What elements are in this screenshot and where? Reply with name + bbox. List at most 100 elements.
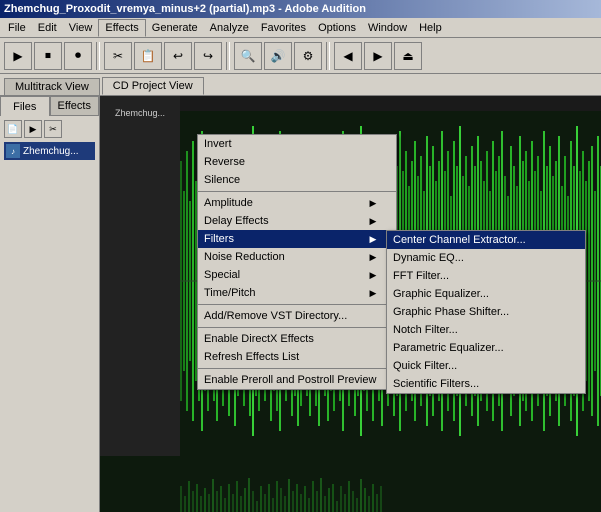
menu-item-silence[interactable]: Silence xyxy=(198,171,396,189)
toolbar-separator-3 xyxy=(326,42,330,70)
toolbar-separator-1 xyxy=(96,42,100,70)
left-panel: Files Effects 📄 ▶ ✂ ♪ Zhemchug... xyxy=(0,96,100,512)
menu-item-noise[interactable]: Noise Reduction ▶ xyxy=(198,248,396,266)
menu-item-reverse[interactable]: Reverse xyxy=(198,153,396,171)
toolbar-btn-6[interactable]: ↩ xyxy=(164,42,192,70)
submenu-graphic-phase-label: Graphic Phase Shifter... xyxy=(393,306,509,318)
amplitude-arrow: ▶ xyxy=(370,198,377,209)
filters-arrow: ▶ xyxy=(370,234,377,245)
tab-multitrack[interactable]: Multitrack View xyxy=(4,78,100,95)
menu-edit[interactable]: Edit xyxy=(32,20,63,36)
menu-item-filters-label: Filters xyxy=(204,233,234,245)
menu-window[interactable]: Window xyxy=(362,20,413,36)
toolbar-btn-1[interactable]: ▶ xyxy=(4,42,32,70)
menu-item-refresh[interactable]: Refresh Effects List xyxy=(198,348,396,366)
menu-item-silence-label: Silence xyxy=(204,174,240,186)
time-arrow: ▶ xyxy=(370,288,377,299)
submenu-parametric-label: Parametric Equalizer... xyxy=(393,342,504,354)
menu-item-enable-dx-label: Enable DirectX Effects xyxy=(204,333,314,345)
submenu-center-channel-label: Center Channel Extractor... xyxy=(393,234,526,246)
submenu-quick[interactable]: Quick Filter... xyxy=(387,357,585,375)
submenu-notch[interactable]: Notch Filter... xyxy=(387,321,585,339)
toolbar-btn-13[interactable]: ⏏ xyxy=(394,42,422,70)
menu-help[interactable]: Help xyxy=(413,20,448,36)
sep-4 xyxy=(198,368,396,369)
menu-item-special-label: Special xyxy=(204,269,240,281)
sep-2 xyxy=(198,304,396,305)
submenu-dynamic-eq[interactable]: Dynamic EQ... xyxy=(387,249,585,267)
menu-item-preroll-label: Enable Preroll and Postroll Preview xyxy=(204,374,376,386)
menu-favorites[interactable]: Favorites xyxy=(255,20,312,36)
menu-item-invert-label: Invert xyxy=(204,138,232,150)
menu-effects[interactable]: Effects xyxy=(98,19,145,37)
panel-btn-2[interactable]: ▶ xyxy=(24,120,42,138)
submenu-center-channel[interactable]: Center Channel Extractor... xyxy=(387,231,585,249)
toolbar-btn-8[interactable]: 🔍 xyxy=(234,42,262,70)
menu-item-amplitude-label: Amplitude xyxy=(204,197,253,209)
tab-effects[interactable]: Effects xyxy=(50,96,100,116)
toolbar: ▶ ⏹ ⏺ ✂ 📋 ↩ ↪ 🔍 🔊 ⚙ ◀ ▶ ⏏ xyxy=(0,38,601,74)
svg-text:Zhemchug...: Zhemchug... xyxy=(115,108,165,118)
panel-btn-3[interactable]: ✂ xyxy=(44,120,62,138)
sep-1 xyxy=(198,191,396,192)
toolbar-btn-12[interactable]: ▶ xyxy=(364,42,392,70)
file-item[interactable]: ♪ Zhemchug... xyxy=(4,142,95,160)
submenu-dynamic-eq-label: Dynamic EQ... xyxy=(393,252,464,264)
menu-item-special[interactable]: Special ▶ xyxy=(198,266,396,284)
tab-files[interactable]: Files xyxy=(0,96,50,116)
menu-analyze[interactable]: Analyze xyxy=(204,20,255,36)
menu-item-add-vst-label: Add/Remove VST Directory... xyxy=(204,310,347,322)
submenu-graphic-phase[interactable]: Graphic Phase Shifter... xyxy=(387,303,585,321)
toolbar-btn-4[interactable]: ✂ xyxy=(104,42,132,70)
toolbar-separator-2 xyxy=(226,42,230,70)
submenu-scientific[interactable]: Scientific Filters... xyxy=(387,375,585,393)
dropdown-container: Invert Reverse Silence Amplitude ▶ Delay… xyxy=(197,134,397,390)
toolbar-btn-10[interactable]: ⚙ xyxy=(294,42,322,70)
toolbar-btn-3[interactable]: ⏺ xyxy=(64,42,92,70)
waveform-area: Zhemchug... xyxy=(100,96,601,512)
menu-options[interactable]: Options xyxy=(312,20,362,36)
menu-item-noise-label: Noise Reduction xyxy=(204,251,285,263)
menu-item-filters[interactable]: Filters ▶ xyxy=(198,230,396,248)
main-area: Files Effects 📄 ▶ ✂ ♪ Zhemchug... Zhemch… xyxy=(0,96,601,512)
toolbar-btn-5[interactable]: 📋 xyxy=(134,42,162,70)
submenu-fft[interactable]: FFT Filter... xyxy=(387,267,585,285)
menu-file[interactable]: File xyxy=(2,20,32,36)
submenu-notch-label: Notch Filter... xyxy=(393,324,458,336)
delay-arrow: ▶ xyxy=(370,216,377,227)
title-text: Zhemchug_Proxodit_vremya_minus+2 (partia… xyxy=(4,3,366,15)
menu-item-reverse-label: Reverse xyxy=(204,156,245,168)
menu-generate[interactable]: Generate xyxy=(146,20,204,36)
toolbar-btn-9[interactable]: 🔊 xyxy=(264,42,292,70)
toolbar-btn-11[interactable]: ◀ xyxy=(334,42,362,70)
noise-arrow: ▶ xyxy=(370,252,377,263)
file-name: Zhemchug... xyxy=(23,146,79,157)
menu-item-delay[interactable]: Delay Effects ▶ xyxy=(198,212,396,230)
menu-item-delay-label: Delay Effects xyxy=(204,215,269,227)
menu-item-add-vst[interactable]: Add/Remove VST Directory... xyxy=(198,307,396,325)
submenu-scientific-label: Scientific Filters... xyxy=(393,378,479,390)
filters-submenu: Center Channel Extractor... Dynamic EQ..… xyxy=(386,230,586,394)
menu-item-invert[interactable]: Invert xyxy=(198,135,396,153)
view-tabs: Multitrack View CD Project View xyxy=(0,74,601,96)
panel-btn-1[interactable]: 📄 xyxy=(4,120,22,138)
panel-tabs: Files Effects xyxy=(0,96,99,116)
menu-item-preroll[interactable]: Enable Preroll and Postroll Preview xyxy=(198,371,396,389)
title-bar: Zhemchug_Proxodit_vremya_minus+2 (partia… xyxy=(0,0,601,18)
menu-item-refresh-label: Refresh Effects List xyxy=(204,351,299,363)
menu-item-time[interactable]: Time/Pitch ▶ xyxy=(198,284,396,302)
submenu-graphic-eq-label: Graphic Equalizer... xyxy=(393,288,489,300)
submenu-graphic-eq[interactable]: Graphic Equalizer... xyxy=(387,285,585,303)
submenu-parametric[interactable]: Parametric Equalizer... xyxy=(387,339,585,357)
sep-3 xyxy=(198,327,396,328)
special-arrow: ▶ xyxy=(370,270,377,281)
file-icon: ♪ xyxy=(6,144,20,158)
menu-item-enable-dx[interactable]: Enable DirectX Effects xyxy=(198,330,396,348)
toolbar-btn-2[interactable]: ⏹ xyxy=(34,42,62,70)
menu-item-time-label: Time/Pitch xyxy=(204,287,256,299)
menu-item-amplitude[interactable]: Amplitude ▶ xyxy=(198,194,396,212)
submenu-quick-label: Quick Filter... xyxy=(393,360,457,372)
toolbar-btn-7[interactable]: ↪ xyxy=(194,42,222,70)
menu-view[interactable]: View xyxy=(63,20,99,36)
tab-cd-project[interactable]: CD Project View xyxy=(102,77,204,95)
